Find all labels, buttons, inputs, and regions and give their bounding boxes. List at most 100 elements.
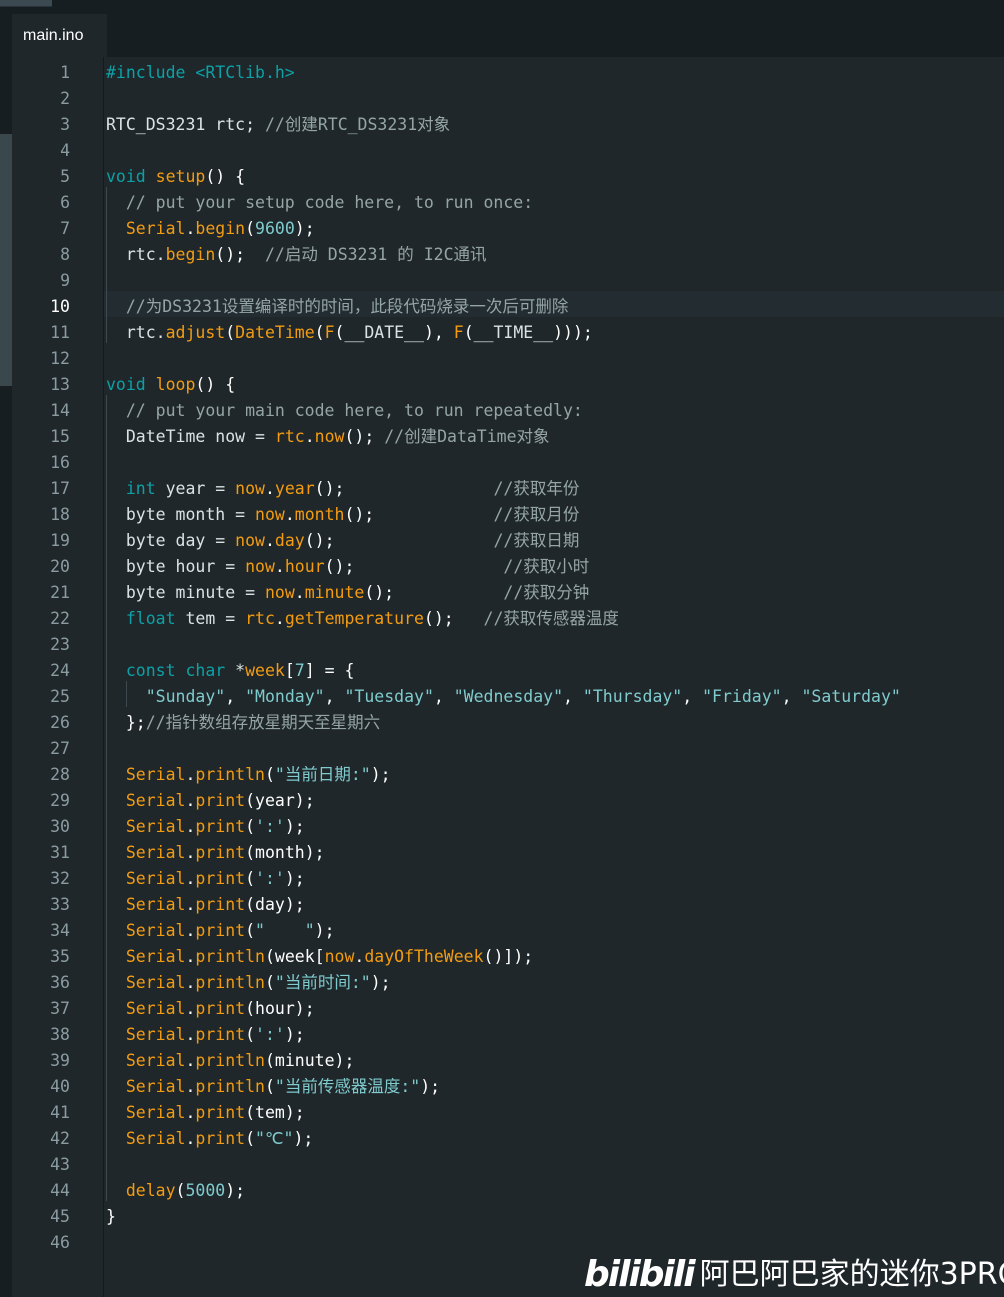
code-token: //创建RTC_DS3231对象: [264, 115, 451, 134]
code-token: "Tuesday": [344, 687, 434, 706]
code-token: "Thursday": [582, 687, 683, 706]
code-line[interactable]: Serial.print(" ");: [106, 918, 335, 944]
code-line[interactable]: Serial.println("当前时间:");: [106, 970, 391, 996]
code-line[interactable]: // put your setup code here, to run once…: [106, 190, 533, 216]
code-line[interactable]: // put your main code here, to run repea…: [106, 398, 583, 424]
code-token: (year);: [245, 791, 315, 810]
code-token: Serial: [125, 843, 186, 862]
code-line[interactable]: DateTime now = rtc.now(); //创建DataTime对象: [106, 424, 550, 450]
code-line[interactable]: //为DS3231设置编译时的时间，此段代码烧录一次后可删除: [106, 294, 568, 320]
code-line[interactable]: Serial.print(':');: [106, 1022, 305, 1048]
code-token: rtc.: [106, 323, 166, 342]
code-line[interactable]: int year = now.year(); //获取年份: [106, 476, 579, 502]
code-line[interactable]: byte minute = now.minute(); //获取分钟: [106, 580, 589, 606]
line-number: 3: [60, 115, 70, 134]
line-number: 31: [50, 843, 70, 862]
code-line[interactable]: Serial.begin(9600);: [106, 216, 315, 242]
code-line[interactable]: "Sunday", "Monday", "Tuesday", "Wednesda…: [106, 684, 901, 710]
code-token: year =: [155, 479, 236, 498]
code-token: (minute);: [264, 1051, 355, 1070]
code-line[interactable]: void loop() {: [106, 372, 235, 398]
code-token: .: [185, 973, 196, 992]
tab-main-ino[interactable]: main.ino: [12, 14, 107, 57]
code-line[interactable]: Serial.print(day);: [106, 892, 305, 918]
code-token: //为DS3231设置编译时的时间，此段代码烧录一次后可删除: [106, 297, 569, 316]
code-line[interactable]: Serial.print("℃");: [106, 1126, 313, 1152]
code-token: .: [274, 557, 285, 576]
code-token: .: [185, 1051, 196, 1070]
code-line[interactable]: delay(5000);: [106, 1178, 245, 1204]
code-line[interactable]: float tem = rtc.getTemperature(); //获取传感…: [106, 606, 619, 632]
code-line[interactable]: void setup() {: [106, 164, 245, 190]
code-token: void: [106, 375, 156, 394]
line-number: 27: [50, 739, 70, 758]
code-line[interactable]: rtc.begin(); //启动 DS3231 的 I2C通讯: [106, 242, 487, 268]
code-token: print: [195, 817, 246, 836]
code-line[interactable]: byte day = now.day(); //获取日期: [106, 528, 579, 554]
code-line[interactable]: };//指针数组存放星期天至星期六: [106, 710, 380, 736]
line-number: 20: [50, 557, 70, 576]
code-token: Serial: [125, 765, 186, 784]
code-token: .: [185, 921, 196, 940]
code-line[interactable]: Serial.println("当前日期:");: [106, 762, 391, 788]
code-token: now: [264, 583, 295, 602]
code-token: (: [245, 219, 256, 238]
line-number: 11: [50, 323, 70, 342]
code-token: Serial: [125, 1025, 186, 1044]
code-line[interactable]: #include <RTClib.h>: [106, 60, 295, 86]
code-token: () {: [205, 167, 246, 186]
code-line[interactable]: RTC_DS3231 rtc; //创建RTC_DS3231对象: [106, 112, 450, 138]
code-line[interactable]: Serial.println(minute);: [106, 1048, 355, 1074]
code-line[interactable]: byte month = now.month(); //获取月份: [106, 502, 579, 528]
code-token: "Wednesday": [453, 687, 564, 706]
code-token: "当前日期:": [274, 765, 371, 784]
code-line[interactable]: Serial.print(':');: [106, 814, 305, 840]
code-line[interactable]: byte hour = now.hour(); //获取小时: [106, 554, 589, 580]
line-number: 41: [50, 1103, 70, 1122]
code-line[interactable]: rtc.adjust(DateTime(F(__DATE__), F(__TIM…: [106, 320, 593, 346]
code-token: .: [264, 531, 275, 550]
code-token: Serial: [125, 219, 186, 238]
line-number: 36: [50, 973, 70, 992]
watermark-text: 阿巴阿巴家的迷你3PRO: [699, 1257, 1004, 1292]
code-line[interactable]: Serial.print(tem);: [106, 1100, 305, 1126]
code-token: (: [463, 323, 474, 342]
code-line[interactable]: Serial.print(month);: [106, 840, 325, 866]
code-line[interactable]: Serial.print(':');: [106, 866, 305, 892]
code-editor[interactable]: #include <RTClib.h> RTC_DS3231 rtc; //创建R…: [104, 57, 1004, 1297]
line-number: 29: [50, 791, 70, 810]
code-token: DateTime now =: [106, 427, 275, 446]
code-line[interactable]: Serial.println("当前传感器温度:");: [106, 1074, 440, 1100]
code-token: };: [106, 713, 146, 732]
code-line[interactable]: Serial.print(hour);: [106, 996, 315, 1022]
code-line[interactable]: }: [106, 1204, 116, 1230]
code-token: DateTime: [235, 323, 315, 342]
code-token: );: [284, 1025, 305, 1044]
code-token: (: [245, 921, 256, 940]
code-token: print: [195, 869, 246, 888]
code-token: //启动 DS3231 的 I2C通讯: [264, 245, 487, 264]
code-token: .: [185, 999, 196, 1018]
line-number: 9: [60, 271, 70, 290]
line-number: 2: [60, 89, 70, 108]
code-line[interactable]: const char *week[7] = {: [106, 658, 355, 684]
code-token: minute: [304, 583, 365, 602]
code-token: //获取分钟: [503, 583, 590, 602]
code-token: ();: [215, 245, 265, 264]
code-token: (: [245, 1025, 256, 1044]
line-number: 7: [60, 219, 70, 238]
code-token: rtc: [245, 609, 275, 628]
line-number: 4: [60, 141, 70, 160]
line-number: 23: [50, 635, 70, 654]
code-token: print: [195, 791, 246, 810]
code-token: ();: [344, 427, 385, 446]
code-line[interactable]: Serial.print(year);: [106, 788, 315, 814]
code-line[interactable]: Serial.println(week[now.dayOfTheWeek()])…: [106, 944, 533, 970]
code-token: now: [324, 947, 355, 966]
scroll-marker[interactable]: [0, 134, 12, 386]
line-number-gutter: 1 2 3 4 5 6 7 8 9 10 11 12 13 14 15 16 17 18 19 20 21 22 23 24 2…: [12, 57, 104, 1297]
